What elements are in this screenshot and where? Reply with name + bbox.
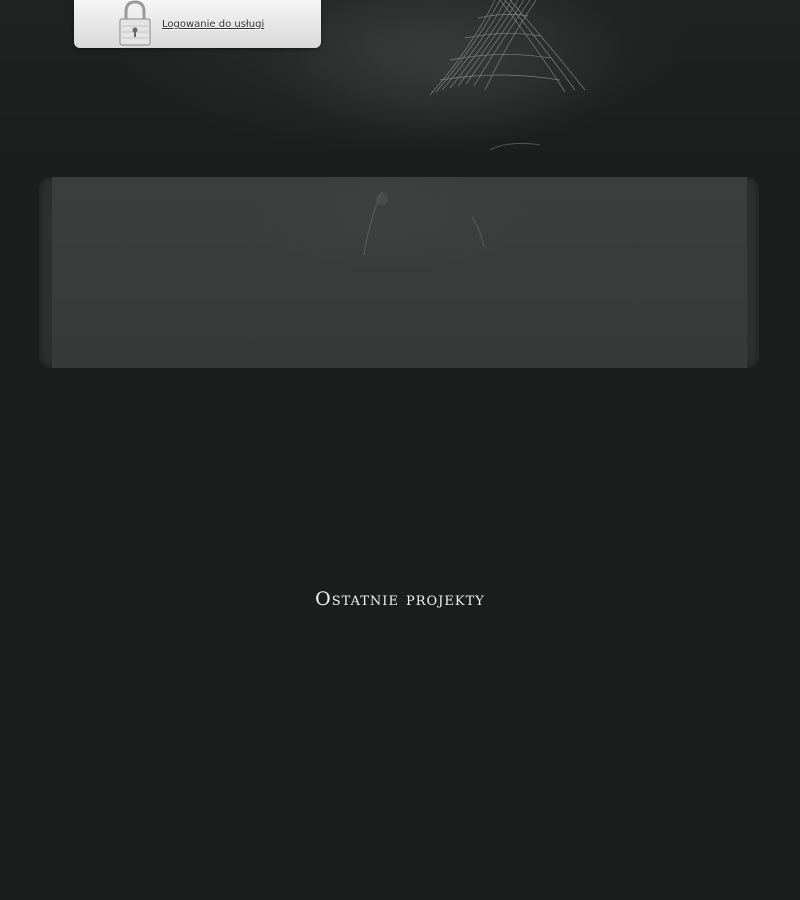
- featured-slider: [39, 177, 759, 368]
- slider-panel: [52, 177, 747, 368]
- padlock-icon: [119, 0, 151, 46]
- login-button[interactable]: Logowanie do usługi: [74, 0, 321, 48]
- slider-background-graphic: [363, 191, 485, 256]
- section-title: Ostatnie projekty: [315, 588, 485, 610]
- login-label[interactable]: Logowanie do usługi: [162, 19, 264, 30]
